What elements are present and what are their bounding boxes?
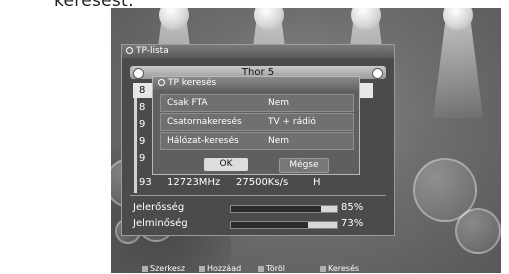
signal-strength-bar bbox=[230, 205, 338, 213]
option-value: Nem bbox=[268, 136, 290, 146]
transponder-number: 8 bbox=[139, 102, 146, 113]
transponder-frequency: 12723MHz bbox=[167, 177, 221, 188]
signal-quality-label: Jelminőség bbox=[133, 218, 188, 229]
right-arrow-icon[interactable] bbox=[372, 68, 383, 79]
transponder-number: 9 bbox=[139, 153, 146, 164]
transponder-number: 93 bbox=[139, 177, 152, 188]
help-edit-label: Szerkesz bbox=[150, 264, 186, 273]
transponder-row[interactable]: 93 12723MHz 27500Ks/s H bbox=[133, 175, 363, 190]
square-icon bbox=[199, 265, 205, 272]
cancel-button[interactable]: Mégse bbox=[279, 158, 329, 173]
transponder-polarization: H bbox=[313, 177, 321, 188]
square-icon bbox=[320, 265, 326, 272]
help-delete-label: Töröl bbox=[266, 264, 285, 273]
transponder-number: 9 bbox=[139, 136, 146, 147]
left-arrow-icon[interactable] bbox=[133, 68, 144, 79]
square-icon bbox=[142, 265, 148, 272]
tp-list-title: TP-lista bbox=[136, 46, 169, 56]
option-label: Csatornakeresés bbox=[167, 117, 242, 127]
signal-strength-fill bbox=[231, 206, 322, 212]
tp-list-titlebar: TP-lista bbox=[122, 45, 394, 58]
bullet-icon bbox=[158, 79, 165, 86]
transponder-symbol-rate: 27500Ks/s bbox=[236, 177, 289, 188]
tp-search-dialog: TP keresés Csak FTA Nem Csatornakeresés … bbox=[152, 76, 360, 175]
option-label: Csak FTA bbox=[167, 98, 208, 108]
option-value: Nem bbox=[268, 98, 290, 108]
signal-quality-bar bbox=[230, 221, 338, 229]
option-value: TV + rádió bbox=[268, 117, 316, 127]
option-network-search[interactable]: Hálózat-keresés Nem bbox=[160, 132, 354, 150]
signal-strength-label: Jelerősség bbox=[133, 202, 185, 213]
signal-strength-value: 85% bbox=[341, 202, 364, 213]
bubble-decoration bbox=[455, 208, 501, 254]
option-label: Hálózat-keresés bbox=[167, 136, 239, 146]
signal-quality-value: 73% bbox=[341, 218, 364, 229]
ok-button[interactable]: OK bbox=[204, 158, 248, 171]
help-search-label: Keresés bbox=[328, 264, 360, 273]
signal-quality-fill bbox=[231, 222, 309, 228]
transponder-number: 9 bbox=[139, 119, 146, 130]
tp-search-titlebar: TP keresés bbox=[153, 77, 359, 90]
transponder-number: 8 bbox=[139, 85, 146, 96]
option-fta-only[interactable]: Csak FTA Nem bbox=[160, 94, 354, 112]
help-add-label: Hozzáad bbox=[207, 264, 242, 273]
bullet-icon bbox=[126, 47, 133, 54]
divider bbox=[130, 195, 386, 196]
option-channel-search[interactable]: Csatornakeresés TV + rádió bbox=[160, 113, 354, 131]
square-icon bbox=[258, 265, 264, 272]
tp-search-title: TP keresés bbox=[168, 78, 217, 88]
